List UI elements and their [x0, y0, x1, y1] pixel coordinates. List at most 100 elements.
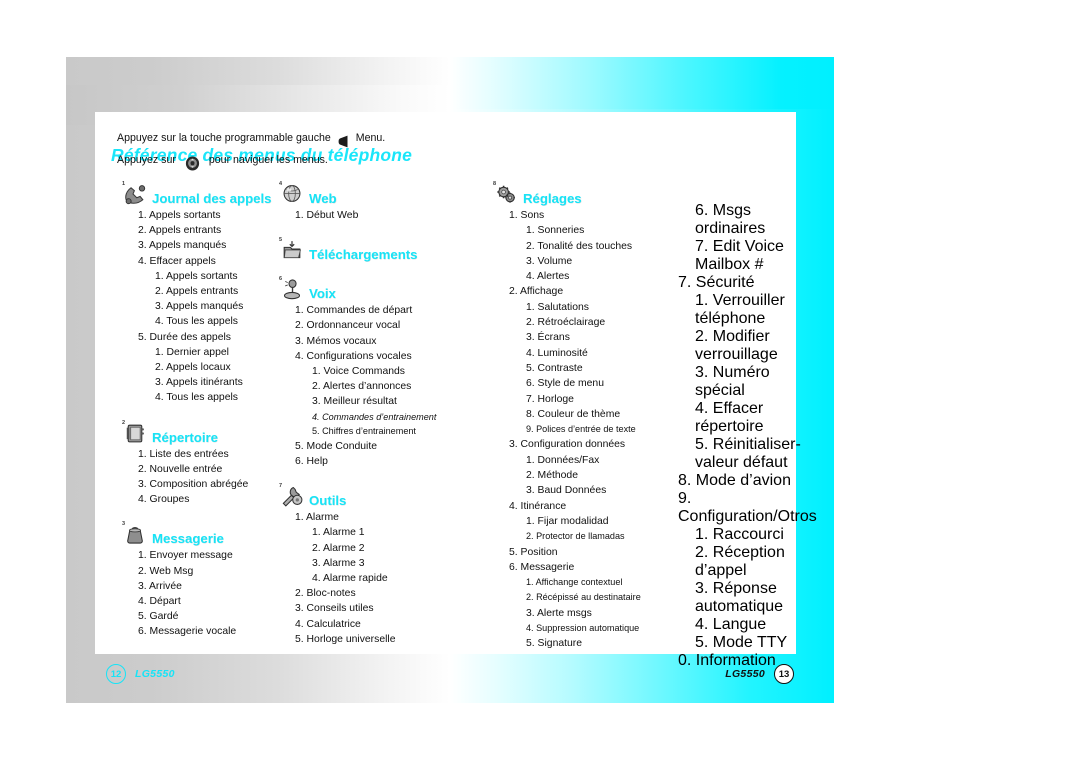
menu-item[interactable]: 5. Chiffres d’entrainement	[312, 424, 444, 439]
menu-item[interactable]: 4. Luminosité	[526, 346, 663, 361]
menu-item[interactable]: 9. Configuration/Otros	[661, 490, 817, 526]
menu-item[interactable]: 4. Commandes d’entrainement	[312, 410, 444, 425]
menu-item[interactable]: 4. Itinérance	[509, 499, 663, 514]
menu-item[interactable]: 3. Baud Données	[526, 483, 663, 498]
menu-item[interactable]: 2. Tonalité des touches	[526, 239, 663, 254]
menu-item[interactable]: 5. Réinitialiser-valeur défaut	[661, 436, 806, 472]
menu-item[interactable]: 9. Polices d’entrée de texte	[526, 422, 663, 437]
menu-section-header[interactable]: 6 Voix	[279, 275, 444, 301]
menu-section-header[interactable]: 8 Réglages	[493, 180, 663, 206]
menu-section-header[interactable]: 7 Outils	[279, 482, 444, 508]
menu-item[interactable]: 2. Appels entrants	[155, 284, 282, 299]
menu-item[interactable]: 1. Début Web	[295, 208, 444, 223]
menu-item[interactable]: 1. Dernier appel	[155, 345, 282, 360]
menu-section-header[interactable]: 1 Journal des appels	[122, 180, 282, 206]
menu-item[interactable]: 7. Sécurité	[661, 274, 806, 292]
menu-item[interactable]: 8. Couleur de thème	[526, 407, 663, 422]
menu-item[interactable]: 3. Conseils utiles	[295, 601, 444, 616]
menu-item[interactable]: 6. Style de menu	[526, 376, 663, 391]
menu-item[interactable]: 4. Tous les appels	[155, 390, 282, 405]
menu-item[interactable]: 7. Horloge	[526, 392, 663, 407]
menu-item[interactable]: 4. Effacer appels	[138, 254, 282, 269]
menu-subtree: 1. Alarme 1 2. Alarme 2 3. Alarme 3 4. Alar…	[295, 525, 444, 586]
menu-item[interactable]: 2. Nouvelle entrée	[138, 462, 282, 477]
menu-item[interactable]: 2. Protector de llamadas	[526, 529, 663, 544]
menu-item[interactable]: 3. Écrans	[526, 330, 663, 345]
menu-item[interactable]: 1. Voice Commands	[312, 364, 444, 379]
menu-item[interactable]: 4. Effacer répertoire	[661, 400, 806, 436]
menu-item[interactable]: 1. Alarme	[295, 510, 444, 525]
menu-item[interactable]: 2. Appels locaux	[155, 360, 282, 375]
menu-item[interactable]: 6. Msgs ordinaires	[661, 202, 806, 238]
menu-item[interactable]: 3. Numéro spécial	[661, 364, 806, 400]
menu-item[interactable]: 3. Alerte msgs	[526, 606, 663, 621]
menu-item[interactable]: 1. Raccourci	[661, 526, 806, 544]
menu-item[interactable]: 1. Liste des entrées	[138, 447, 282, 462]
menu-item[interactable]: 2. Affichage	[509, 284, 663, 299]
menu-item[interactable]: 1. Appels sortants	[155, 269, 282, 284]
menu-item[interactable]: 4. Groupes	[138, 492, 282, 507]
menu-item[interactable]: 4. Suppression automatique	[526, 621, 663, 636]
menu-item[interactable]: 5. Horloge universelle	[295, 632, 444, 647]
menu-item[interactable]: 1. Fijar modalidad	[526, 514, 663, 529]
menu-item[interactable]: 5. Mode TTY	[661, 634, 806, 652]
menu-section: 8 Réglages 1. Sons 1. Sonneries 2. Tonalité …	[493, 180, 663, 652]
menu-item[interactable]: 5. Durée des appels	[138, 330, 282, 345]
menu-section-header[interactable]: 5 Téléchargements	[279, 236, 444, 262]
menu-item[interactable]: 3. Appels manqués	[155, 299, 282, 314]
menu-item[interactable]: 3. Appels itinérants	[155, 375, 282, 390]
menu-item[interactable]: 3. Arrivée	[138, 579, 282, 594]
menu-section-header[interactable]: 4 Web	[279, 180, 444, 206]
menu-item[interactable]: 3. Réponse automatique	[661, 580, 806, 616]
menu-item[interactable]: 1. Envoyer message	[138, 548, 282, 563]
menu-item[interactable]: 2. Rétroéclairage	[526, 315, 663, 330]
menu-item[interactable]: 4. Départ	[138, 594, 282, 609]
menu-item[interactable]: 2. Appels entrants	[138, 223, 282, 238]
menu-item[interactable]: 1. Affichange contextuel	[526, 575, 663, 590]
menu-item[interactable]: 3. Volume	[526, 254, 663, 269]
menu-item[interactable]: 8. Mode d’avion	[661, 472, 806, 490]
menu-item[interactable]: 3. Composition abrégée	[138, 477, 282, 492]
menu-item[interactable]: 5. Position	[509, 545, 663, 560]
menu-item[interactable]: 1. Salutations	[526, 300, 663, 315]
menu-item[interactable]: 4. Alarme rapide	[312, 571, 444, 586]
menu-item[interactable]: 4. Calculatrice	[295, 617, 444, 632]
menu-item[interactable]: 6. Messagerie vocale	[138, 624, 282, 639]
menu-item[interactable]: 2. Réception d’appel	[661, 544, 806, 580]
menu-item[interactable]: 1. Données/Fax	[526, 453, 663, 468]
menu-item[interactable]: 1. Sonneries	[526, 223, 663, 238]
menu-item[interactable]: 2. Modifier verrouillage	[661, 328, 806, 364]
menu-item[interactable]: 1. Alarme 1	[312, 525, 444, 540]
menu-item[interactable]: 5. Signature	[526, 636, 663, 651]
menu-item[interactable]: 3. Appels manqués	[138, 238, 282, 253]
intro-line-2: Appuyez sur pour naviguer les menus.	[113, 149, 443, 171]
menu-item[interactable]: 7. Edit Voice Mailbox #	[661, 238, 806, 274]
menu-item[interactable]: 3. Mémos vocaux	[295, 334, 444, 349]
menu-list-continuation: 6. Msgs ordinaires 7. Edit Voice Mailbox …	[661, 202, 817, 670]
menu-item[interactable]: 2. Alertes d’annonces	[312, 379, 444, 394]
menu-item[interactable]: 1. Commandes de départ	[295, 303, 444, 318]
menu-section-header[interactable]: 2 Répertoire	[122, 419, 282, 445]
menu-section-header[interactable]: 3 Messagerie	[122, 520, 282, 546]
menu-item[interactable]: 2. Web Msg	[138, 564, 282, 579]
menu-item[interactable]: 4. Configurations vocales	[295, 349, 444, 364]
menu-item[interactable]: 3. Alarme 3	[312, 556, 444, 571]
menu-item[interactable]: 6. Messagerie	[509, 560, 663, 575]
menu-item[interactable]: 5. Contraste	[526, 361, 663, 376]
menu-item[interactable]: 3. Configuration données	[509, 437, 663, 452]
menu-item[interactable]: 2. Bloc-notes	[295, 586, 444, 601]
menu-item[interactable]: 4. Tous les appels	[155, 314, 282, 329]
menu-item[interactable]: 3. Meilleur résultat	[312, 394, 444, 409]
menu-item[interactable]: 2. Récépissé au destinataire	[526, 590, 663, 605]
menu-item[interactable]: 1. Verrouiller téléphone	[661, 292, 806, 328]
menu-item[interactable]: 5. Mode Conduite	[295, 439, 444, 454]
menu-item[interactable]: 1. Sons	[509, 208, 663, 223]
menu-item[interactable]: 5. Gardé	[138, 609, 282, 624]
menu-item[interactable]: 4. Langue	[661, 616, 806, 634]
menu-item[interactable]: 2. Méthode	[526, 468, 663, 483]
menu-item[interactable]: 2. Alarme 2	[312, 541, 444, 556]
menu-item[interactable]: 6. Help	[295, 454, 444, 469]
menu-item[interactable]: 2. Ordonnanceur vocal	[295, 318, 444, 333]
menu-item[interactable]: 1. Appels sortants	[138, 208, 282, 223]
menu-item[interactable]: 4. Alertes	[526, 269, 663, 284]
